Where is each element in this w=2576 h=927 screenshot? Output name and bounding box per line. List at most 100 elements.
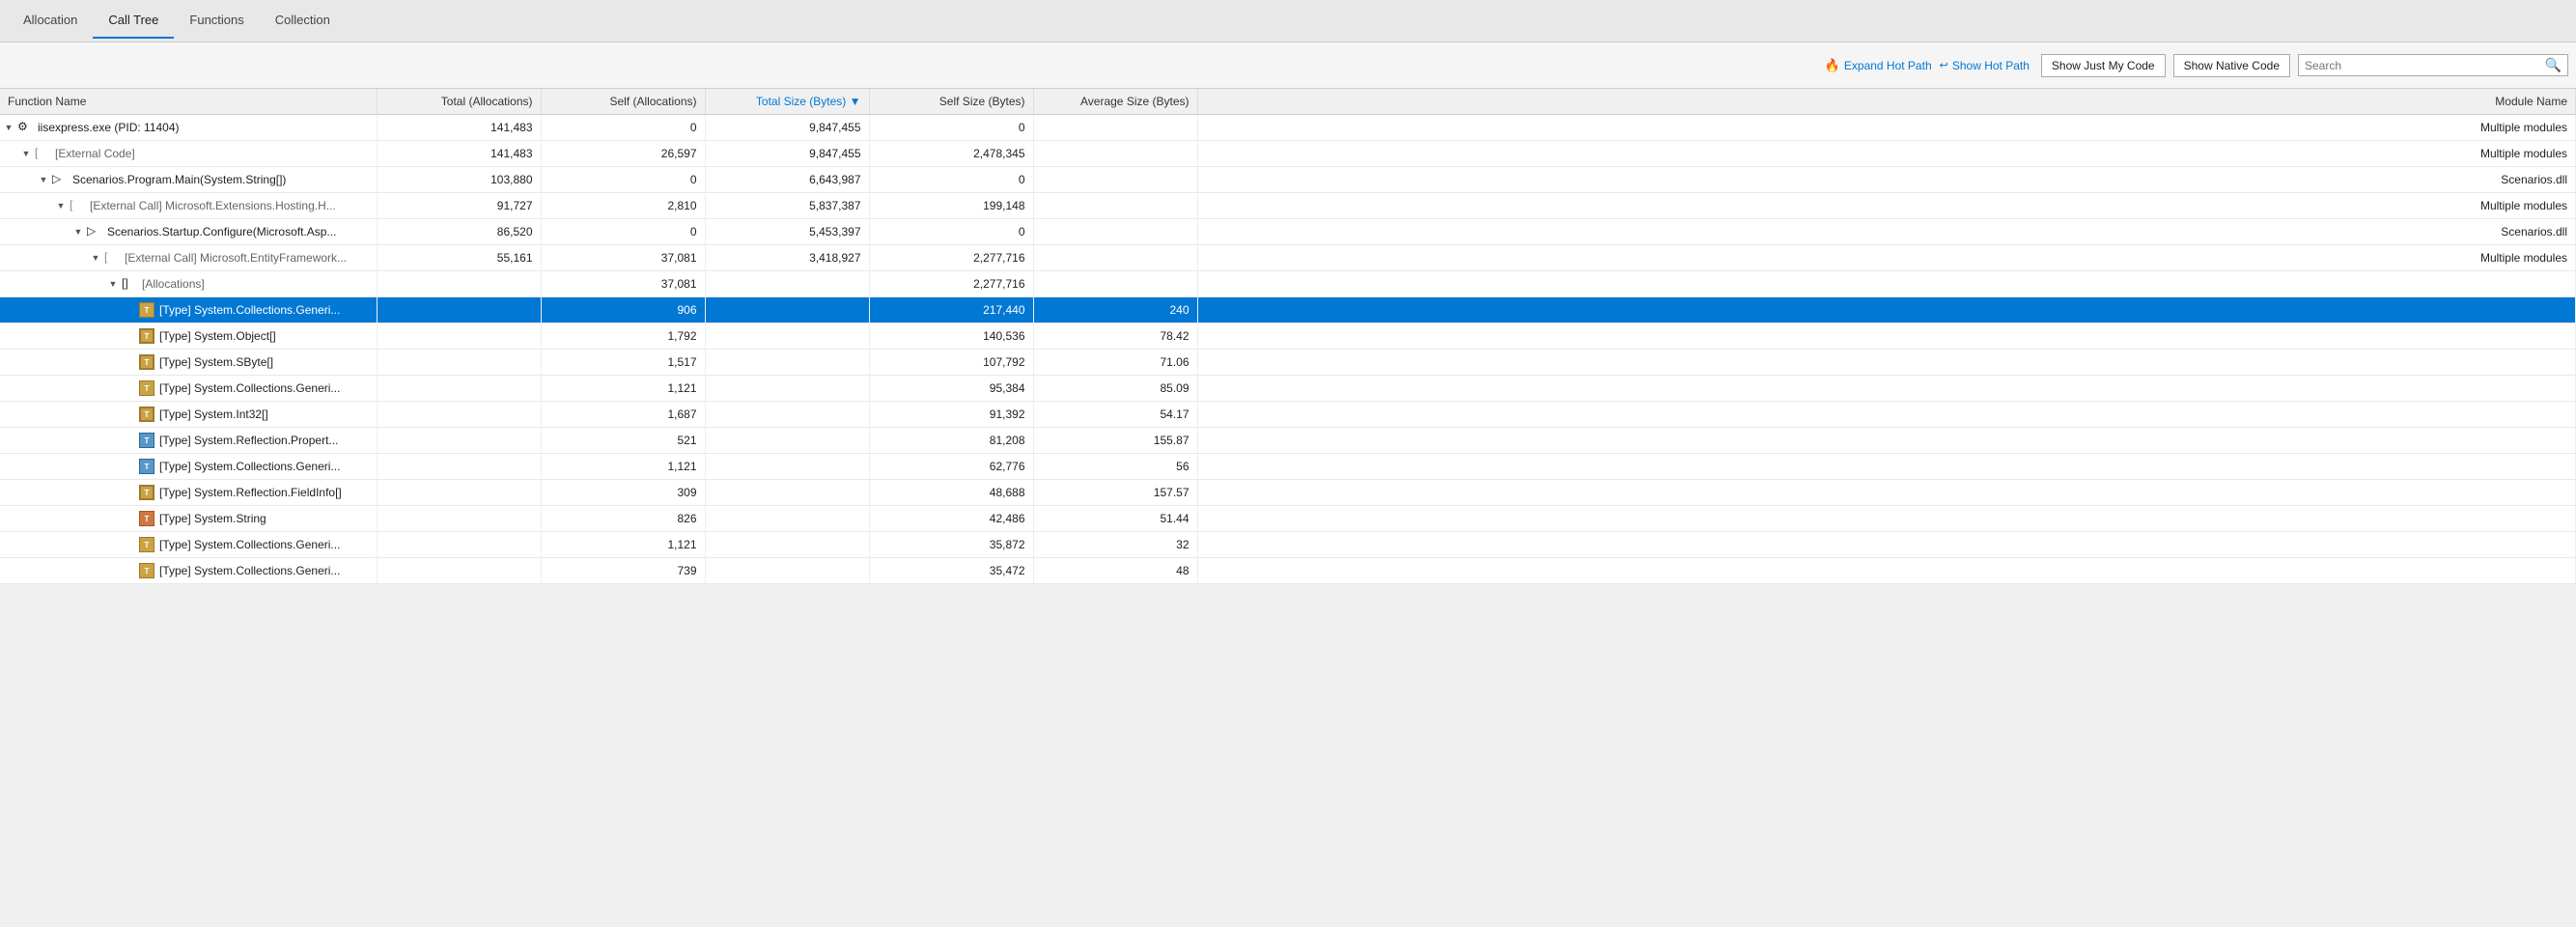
cell-avg-size: 240	[1033, 297, 1197, 323]
cell-function-name: T [Type] System.String	[0, 506, 377, 532]
function-name-text: [Type] System.Collections.Generi...	[159, 460, 340, 473]
cell-total-alloc	[377, 532, 541, 558]
cell-module	[1197, 271, 2576, 297]
expand-hot-path-link[interactable]: 🔥 Expand Hot Path	[1825, 58, 1932, 73]
function-name-text: [Type] System.Int32[]	[159, 407, 268, 421]
cell-self-alloc: 0	[541, 219, 705, 245]
table-row[interactable]: T [Type] System.Int32[] 1,687 91,392 54.…	[0, 402, 2576, 428]
cell-total-size	[705, 297, 869, 323]
show-native-code-button[interactable]: Show Native Code	[2173, 54, 2290, 77]
table-row[interactable]: T [Type] System.String 826 42,486 51.44	[0, 506, 2576, 532]
tree-expand-icon[interactable]	[106, 277, 120, 291]
cell-self-alloc: 309	[541, 480, 705, 506]
table-container: Function Name Total (Allocations) Self (…	[0, 89, 2576, 927]
show-hot-path-label: Show Hot Path	[1952, 59, 2030, 72]
table-row[interactable]: [ [External Call] Microsoft.Extensions.H…	[0, 193, 2576, 219]
cell-module: Multiple modules	[1197, 245, 2576, 271]
cell-total-alloc: 86,520	[377, 219, 541, 245]
table-row[interactable]: T [Type] System.Collections.Generi... 1,…	[0, 532, 2576, 558]
table-header-row: Function Name Total (Allocations) Self (…	[0, 89, 2576, 115]
table-row[interactable]: T [Type] System.Collections.Generi... 1,…	[0, 454, 2576, 480]
cell-function-name: T [Type] System.Collections.Generi...	[0, 297, 377, 323]
table-row[interactable]: [ [External Call] Microsoft.EntityFramew…	[0, 245, 2576, 271]
col-header-module[interactable]: Module Name	[1197, 89, 2576, 115]
cell-avg-size: 155.87	[1033, 428, 1197, 454]
cell-total-alloc	[377, 480, 541, 506]
tree-expand-icon[interactable]	[19, 147, 33, 160]
cell-total-alloc	[377, 428, 541, 454]
table-row[interactable]: ⚙ iisexpress.exe (PID: 11404) 141,483 0 …	[0, 115, 2576, 141]
cell-avg-size: 56	[1033, 454, 1197, 480]
cell-function-name: T [Type] System.Collections.Generi...	[0, 376, 377, 402]
search-input[interactable]	[2305, 59, 2545, 72]
cell-total-alloc	[377, 402, 541, 428]
col-header-avg-size[interactable]: Average Size (Bytes)	[1033, 89, 1197, 115]
cell-total-size: 3,418,927	[705, 245, 869, 271]
cell-avg-size	[1033, 219, 1197, 245]
cell-avg-size: 71.06	[1033, 350, 1197, 376]
table-row[interactable]: T [Type] System.Collections.Generi... 1,…	[0, 376, 2576, 402]
cell-total-alloc: 55,161	[377, 245, 541, 271]
cell-function-name: ▷ Scenarios.Startup.Configure(Microsoft.…	[0, 219, 377, 245]
cell-total-size	[705, 428, 869, 454]
cell-module	[1197, 350, 2576, 376]
cell-total-size	[705, 454, 869, 480]
tree-expand-icon[interactable]	[2, 121, 15, 134]
cell-self-alloc: 26,597	[541, 141, 705, 167]
cell-module	[1197, 480, 2576, 506]
cell-self-alloc: 0	[541, 115, 705, 141]
cell-total-alloc	[377, 376, 541, 402]
function-name-text: [Type] System.Collections.Generi...	[159, 538, 340, 551]
expand-hot-path-label: Expand Hot Path	[1844, 59, 1932, 72]
col-header-name[interactable]: Function Name	[0, 89, 377, 115]
cell-self-alloc: 2,810	[541, 193, 705, 219]
col-header-total-alloc[interactable]: Total (Allocations)	[377, 89, 541, 115]
function-name-text: [Type] System.Reflection.Propert...	[159, 434, 338, 447]
cell-module	[1197, 454, 2576, 480]
cell-self-alloc: 1,792	[541, 323, 705, 350]
tree-expand-icon[interactable]	[54, 199, 68, 212]
cell-module: Multiple modules	[1197, 141, 2576, 167]
tab-call-tree[interactable]: Call Tree	[93, 3, 174, 39]
cell-function-name: T [Type] System.Reflection.FieldInfo[]	[0, 480, 377, 506]
tree-expand-icon[interactable]	[89, 251, 102, 265]
show-hot-path-link[interactable]: ↩ Show Hot Path	[1940, 59, 2030, 72]
table-row[interactable]: T [Type] System.SByte[] 1,517 107,792 71…	[0, 350, 2576, 376]
cell-total-alloc	[377, 297, 541, 323]
cell-module	[1197, 323, 2576, 350]
col-header-self-alloc[interactable]: Self (Allocations)	[541, 89, 705, 115]
cell-function-name: T [Type] System.Collections.Generi...	[0, 454, 377, 480]
cell-total-size: 5,837,387	[705, 193, 869, 219]
table-row[interactable]: ▷ Scenarios.Startup.Configure(Microsoft.…	[0, 219, 2576, 245]
tree-expand-icon[interactable]	[71, 225, 85, 239]
cell-total-alloc: 103,880	[377, 167, 541, 193]
cell-function-name: T [Type] System.Collections.Generi...	[0, 558, 377, 584]
table-row[interactable]: T [Type] System.Object[] 1,792 140,536 7…	[0, 323, 2576, 350]
tab-collection[interactable]: Collection	[260, 3, 346, 39]
cell-module: Multiple modules	[1197, 193, 2576, 219]
table-row[interactable]: [ [External Code] 141,483 26,597 9,847,4…	[0, 141, 2576, 167]
show-just-my-code-button[interactable]: Show Just My Code	[2041, 54, 2166, 77]
col-header-total-size[interactable]: Total Size (Bytes) ▼	[705, 89, 869, 115]
table-row[interactable]: T [Type] System.Collections.Generi... 73…	[0, 558, 2576, 584]
cell-function-name: [] [Allocations]	[0, 271, 377, 297]
search-icon[interactable]: 🔍	[2545, 57, 2562, 73]
table-row[interactable]: T [Type] System.Reflection.Propert... 52…	[0, 428, 2576, 454]
function-name-text: [Allocations]	[142, 277, 205, 291]
table-row[interactable]: ▷ Scenarios.Program.Main(System.String[]…	[0, 167, 2576, 193]
cell-total-alloc: 91,727	[377, 193, 541, 219]
tab-allocation[interactable]: Allocation	[8, 3, 93, 39]
table-body: ⚙ iisexpress.exe (PID: 11404) 141,483 0 …	[0, 115, 2576, 584]
tree-expand-icon[interactable]	[37, 173, 50, 186]
table-row[interactable]: [] [Allocations] 37,081 2,277,716	[0, 271, 2576, 297]
cell-total-size	[705, 376, 869, 402]
col-header-self-size[interactable]: Self Size (Bytes)	[869, 89, 1033, 115]
cell-self-size: 199,148	[869, 193, 1033, 219]
table-row[interactable]: T [Type] System.Collections.Generi... 90…	[0, 297, 2576, 323]
table-row[interactable]: T [Type] System.Reflection.FieldInfo[] 3…	[0, 480, 2576, 506]
cell-module	[1197, 402, 2576, 428]
cell-module: Multiple modules	[1197, 115, 2576, 141]
cell-total-size: 6,643,987	[705, 167, 869, 193]
tab-functions[interactable]: Functions	[174, 3, 259, 39]
cell-self-alloc: 37,081	[541, 245, 705, 271]
